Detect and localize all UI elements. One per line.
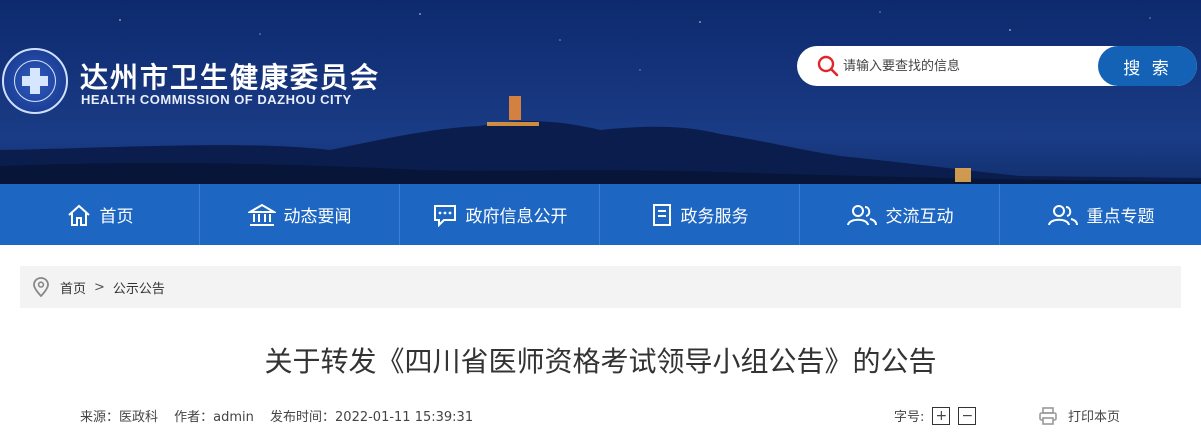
building-icon xyxy=(247,203,276,226)
search-button[interactable]: 搜 索 xyxy=(1098,46,1197,86)
article-source: 来源：医政科 xyxy=(80,410,159,425)
breadcrumb-home-link[interactable]: 首页 xyxy=(60,278,86,297)
commission-logo[interactable] xyxy=(2,48,68,114)
nav-label: 动态要闻 xyxy=(283,207,352,227)
nav-label: 政府信息公开 xyxy=(465,207,568,227)
article-meta: 来源：医政科 作者：admin 发布时间：2022-01-11 15:39:31… xyxy=(80,406,1140,426)
font-increase-button[interactable]: + xyxy=(932,406,951,425)
article-publish-time: 发布时间：2022-01-11 15:39:31 xyxy=(270,410,474,425)
site-title: 达州市卫生健康委员会 xyxy=(80,61,381,94)
home-icon xyxy=(67,204,90,226)
users-icon xyxy=(846,204,877,225)
breadcrumb: 首页 > 公示公告 xyxy=(20,266,1181,308)
main-nav: 首页 动态要闻 政府信息公开 政务服务 交流互动 重点专题 xyxy=(0,184,1201,245)
font-size-label: 字号: xyxy=(894,410,925,425)
font-size-control: 字号: + − xyxy=(894,406,977,425)
nav-item-topics[interactable]: 重点专题 xyxy=(1000,184,1201,245)
font-decrease-button[interactable]: − xyxy=(958,406,977,425)
users-icon xyxy=(1047,204,1078,225)
breadcrumb-separator: > xyxy=(94,279,105,295)
nav-item-services[interactable]: 政务服务 xyxy=(600,184,800,245)
printer-icon xyxy=(1039,406,1057,425)
search-icon xyxy=(817,55,839,77)
search-bar: 搜 索 xyxy=(797,46,1197,86)
site-subtitle: HEALTH COMMISSION OF DAZHOU CITY xyxy=(81,92,352,107)
print-link[interactable]: 打印本页 xyxy=(1038,406,1120,425)
nav-label: 交流互动 xyxy=(885,207,954,227)
article-title: 关于转发《四川省医师资格考试领导小组公告》的公告 xyxy=(264,345,937,378)
nav-label: 重点专题 xyxy=(1086,207,1155,227)
nav-item-gov-info[interactable]: 政府信息公开 xyxy=(400,184,600,245)
document-icon xyxy=(652,203,671,226)
print-label: 打印本页 xyxy=(1068,410,1121,425)
nav-label: 首页 xyxy=(99,207,134,227)
nav-item-news[interactable]: 动态要闻 xyxy=(200,184,400,245)
chat-icon xyxy=(433,204,456,227)
article-author: 作者：admin xyxy=(174,410,254,425)
location-pin-icon xyxy=(33,277,49,298)
search-input[interactable] xyxy=(843,54,1093,78)
nav-item-interaction[interactable]: 交流互动 xyxy=(800,184,1000,245)
nav-label: 政务服务 xyxy=(680,207,749,227)
breadcrumb-current[interactable]: 公示公告 xyxy=(113,278,165,297)
nav-item-home[interactable]: 首页 xyxy=(0,184,200,245)
site-header: 达州市卫生健康委员会 HEALTH COMMISSION OF DAZHOU C… xyxy=(0,0,1201,184)
